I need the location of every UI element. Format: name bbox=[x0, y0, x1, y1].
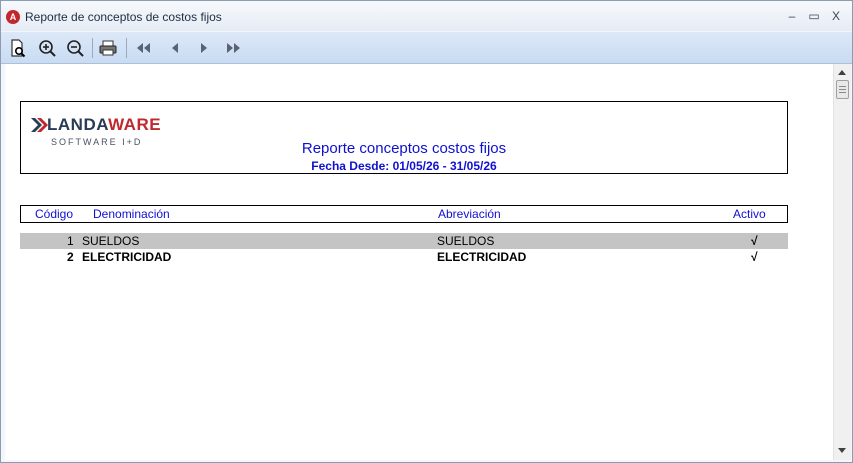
scroll-down-icon[interactable] bbox=[838, 448, 846, 453]
app-logo-icon: A bbox=[6, 10, 20, 24]
report-date-range: Fecha Desde: 01/05/26 - 31/05/26 bbox=[311, 159, 497, 173]
logo-text-landa: LANDA bbox=[47, 115, 109, 134]
scrollbar-thumb[interactable] bbox=[836, 80, 849, 99]
last-page-icon[interactable] bbox=[223, 38, 243, 58]
vertical-scrollbar[interactable] bbox=[833, 64, 851, 460]
close-button[interactable]: X bbox=[826, 7, 846, 25]
window-title: Reporte de conceptos de costos fijos bbox=[25, 10, 222, 24]
toolbar-separator bbox=[92, 38, 93, 58]
report-page: LANDAWARE SOFTWARE I+D Reporte conceptos… bbox=[5, 64, 833, 460]
first-page-icon[interactable] bbox=[134, 38, 154, 58]
maximize-button[interactable]: ▭ bbox=[804, 7, 824, 25]
report-toolbar bbox=[1, 32, 852, 64]
row-abbr: ELECTRICIDAD bbox=[437, 250, 527, 264]
title-bar[interactable]: A Reporte de conceptos de costos fijos –… bbox=[1, 1, 852, 31]
scroll-up-icon[interactable] bbox=[838, 70, 846, 75]
landaware-logo: LANDAWARE bbox=[47, 115, 161, 135]
row-code: 1 bbox=[67, 234, 74, 248]
column-header-name: Denominación bbox=[93, 207, 170, 221]
column-header-code: Código bbox=[35, 207, 74, 221]
report-header: LANDAWARE SOFTWARE I+D Reporte conceptos… bbox=[20, 101, 788, 174]
column-header-active: Activo bbox=[733, 207, 766, 221]
logo-text-ware: WARE bbox=[108, 115, 162, 134]
table-row: 2 ELECTRICIDAD ELECTRICIDAD √ bbox=[20, 249, 788, 265]
column-header-abbr: Abreviación bbox=[438, 207, 501, 221]
row-active-check: √ bbox=[751, 234, 758, 248]
print-icon[interactable] bbox=[98, 38, 118, 58]
zoom-out-icon[interactable] bbox=[65, 38, 85, 58]
row-active-check: √ bbox=[751, 250, 758, 264]
minimize-button[interactable]: – bbox=[782, 7, 802, 25]
preview-icon[interactable] bbox=[8, 38, 28, 58]
report-window: A Reporte de conceptos de costos fijos –… bbox=[0, 0, 853, 463]
table-row: 1 SUELDOS SUELDOS √ bbox=[20, 233, 788, 249]
row-abbr: SUELDOS bbox=[437, 234, 495, 248]
landaware-logo-icon bbox=[30, 117, 48, 133]
column-header-row: Código Denominación Abreviación Activo bbox=[20, 205, 788, 223]
next-page-icon[interactable] bbox=[194, 38, 214, 58]
zoom-in-icon[interactable] bbox=[37, 38, 57, 58]
row-code: 2 bbox=[67, 250, 74, 264]
previous-page-icon[interactable] bbox=[165, 38, 185, 58]
row-name: SUELDOS bbox=[82, 234, 140, 248]
row-name: ELECTRICIDAD bbox=[82, 250, 172, 264]
report-title: Reporte conceptos costos fijos bbox=[301, 140, 507, 157]
toolbar-separator bbox=[126, 38, 127, 58]
